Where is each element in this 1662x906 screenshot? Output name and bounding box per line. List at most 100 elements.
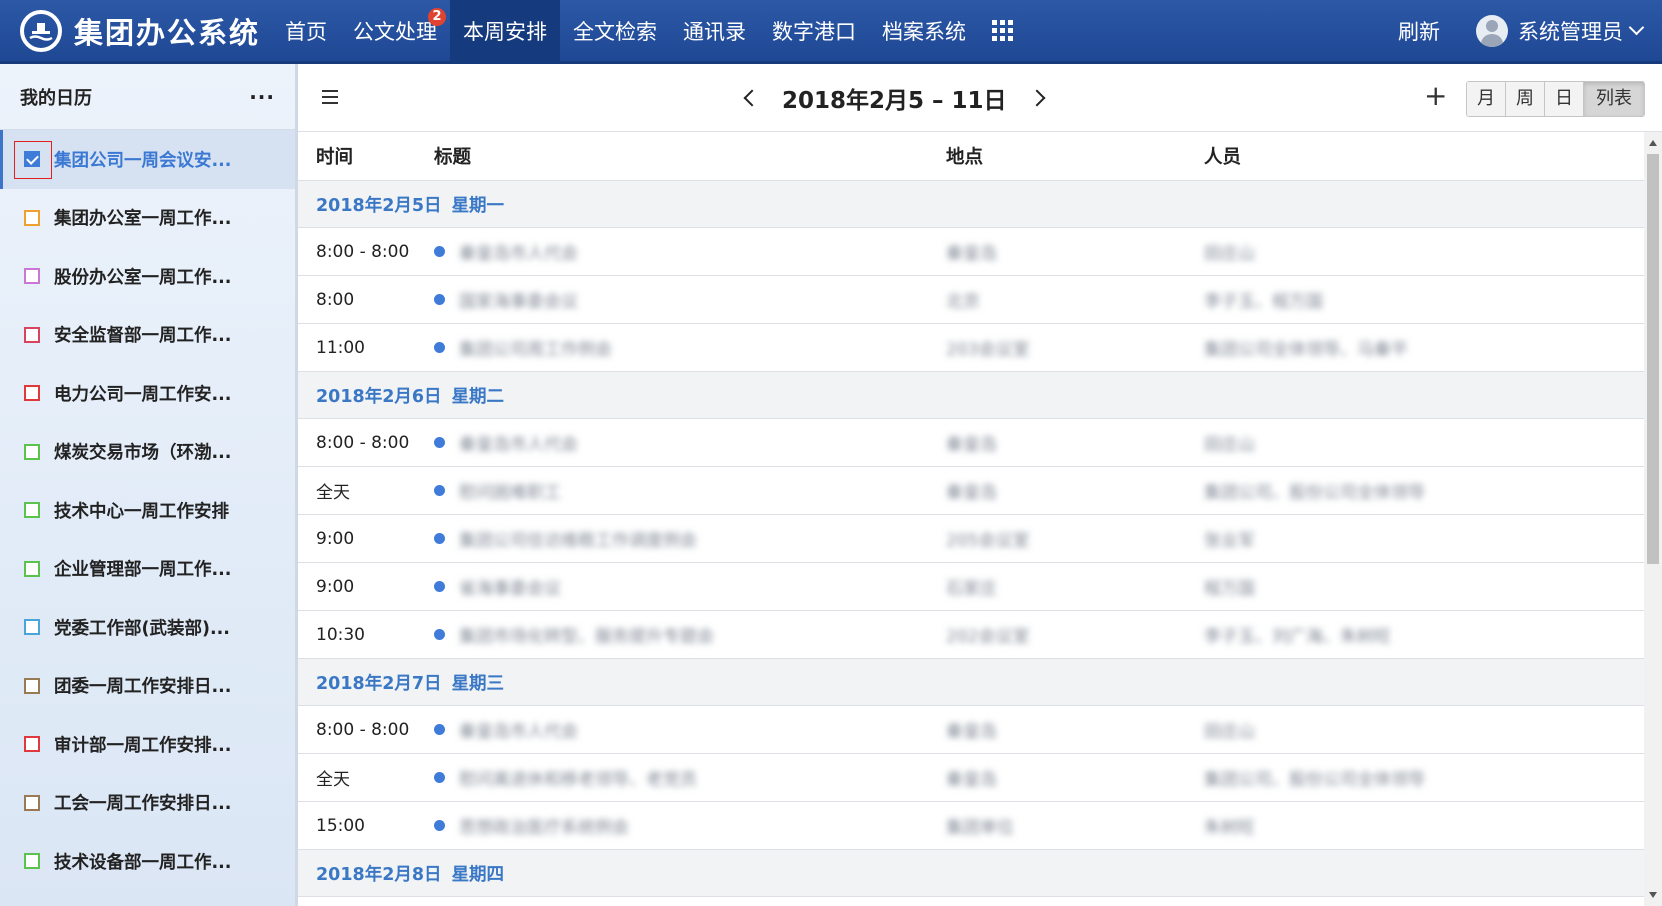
nav-item-weekly-schedule[interactable]: 本周安排: [450, 0, 561, 63]
prev-week-icon[interactable]: [743, 89, 761, 107]
schedule-body: 2018年2月5日 星期一 8:00 - 8:00 秦皇岛市人代会 秦皇岛 田庄山 8:00…: [298, 180, 1644, 897]
day-header-row: 2018年2月7日 星期三: [298, 658, 1644, 706]
calendar-item[interactable]: 集团公司一周会议安...: [0, 130, 295, 189]
day-weekday[interactable]: 星期一: [452, 196, 505, 216]
day-weekday[interactable]: 星期四: [452, 865, 505, 885]
more-options-icon[interactable]: ···: [249, 87, 275, 107]
day-weekday[interactable]: 星期二: [452, 387, 505, 407]
vertical-scrollbar[interactable]: [1644, 132, 1662, 906]
event-title-cell: 慰问离退休和移老领导、老党员: [434, 753, 946, 802]
event-dot-icon: [434, 772, 445, 783]
main-panel: 2018年2月5 – 11日 + 月 周 日 列表 时间 标题 地点 人员 20…: [298, 64, 1662, 906]
day-date[interactable]: 2018年2月7日: [316, 674, 442, 694]
event-time: 8:00 - 8:00: [298, 418, 434, 467]
apps-grid-button[interactable]: [979, 0, 1026, 63]
event-time: 全天: [298, 753, 434, 802]
nav-item-home[interactable]: 首页: [272, 0, 340, 63]
view-week-button[interactable]: 周: [1506, 82, 1545, 116]
event-row[interactable]: 8:00 - 8:00 秦皇岛市人代会 秦皇岛 田庄山: [298, 418, 1644, 467]
checkbox-icon[interactable]: [24, 794, 40, 811]
checkbox-icon[interactable]: [24, 326, 40, 343]
calendar-item[interactable]: 煤炭交易市场（环渤...: [0, 423, 295, 482]
day-date[interactable]: 2018年2月5日: [316, 196, 442, 216]
nav-item-fulltext-search[interactable]: 全文检索: [560, 0, 670, 63]
checkbox-icon[interactable]: [24, 385, 40, 402]
calendar-item[interactable]: 技术设备部一周工作...: [0, 832, 295, 891]
view-day-button[interactable]: 日: [1545, 82, 1584, 116]
event-title-cell: 集团市场化转型、服务提升专题会: [434, 610, 946, 659]
event-location: 秦皇岛: [946, 722, 997, 742]
event-title[interactable]: 秦皇岛市人代会: [459, 717, 578, 742]
checkbox-icon[interactable]: [24, 853, 40, 870]
day-date[interactable]: 2018年2月6日: [316, 387, 442, 407]
scroll-down-icon[interactable]: [1649, 892, 1657, 898]
event-row[interactable]: 15:00 思想政治医疗系统例会 集团单位 朱树旺: [298, 801, 1644, 850]
event-title[interactable]: 集团市场化转型、服务提升专题会: [459, 622, 714, 647]
event-title[interactable]: 集团公司周工作例会: [459, 335, 612, 360]
calendar-item[interactable]: 党委工作部(武装部)...: [0, 598, 295, 657]
checkbox-icon[interactable]: [24, 209, 40, 226]
column-header-time: 时间: [298, 132, 434, 181]
event-row[interactable]: 8:00 - 8:00 秦皇岛市人代会 秦皇岛 田庄山: [298, 705, 1644, 754]
checkbox-icon[interactable]: [24, 268, 40, 285]
event-title[interactable]: 秦皇岛市人代会: [459, 239, 578, 264]
event-row[interactable]: 9:00 集团公司信访维稳工作调度例会 205会议室 张业军: [298, 514, 1644, 563]
calendar-sidebar: 我的日历 ··· 集团公司一周会议安... 集团办公室一周工作... 股份办公室一周…: [0, 64, 298, 906]
nav-label: 本周安排: [463, 19, 548, 44]
day-weekday[interactable]: 星期三: [452, 674, 505, 694]
nav-item-archives[interactable]: 档案系统: [869, 0, 979, 63]
app-logo[interactable]: 集团办公系统: [20, 9, 260, 52]
checkbox-checked-icon[interactable]: [14, 141, 52, 180]
calendar-item[interactable]: 电力公司一周工作安...: [0, 364, 295, 423]
refresh-button[interactable]: 刷新: [1398, 16, 1440, 46]
event-title[interactable]: 国家海事委会议: [459, 287, 578, 312]
nav-item-digital-port[interactable]: 数字港口: [759, 0, 869, 63]
event-title[interactable]: 集团公司信访维稳工作调度例会: [459, 526, 697, 551]
column-header-title: 标题: [434, 132, 946, 181]
calendar-item[interactable]: 企业管理部一周工作...: [0, 540, 295, 599]
checkbox-icon[interactable]: [24, 677, 40, 694]
event-row[interactable]: 全天 慰问困难职工 秦皇岛 集团公司、股份公司全体领导: [298, 466, 1644, 515]
event-location-cell: 集团单位: [946, 801, 1204, 850]
checkbox-icon[interactable]: [24, 736, 40, 753]
nav-item-documents[interactable]: 公文处理 2: [340, 0, 450, 63]
view-month-button[interactable]: 月: [1467, 82, 1506, 116]
calendar-item[interactable]: 安全监督部一周工作...: [0, 306, 295, 365]
calendar-item[interactable]: 股份办公室一周工作...: [0, 247, 295, 306]
calendar-item[interactable]: 审计部一周工作安排...: [0, 715, 295, 774]
user-menu[interactable]: 系统管理员: [1476, 14, 1645, 47]
event-row[interactable]: 8:00 - 8:00 秦皇岛市人代会 秦皇岛 田庄山: [298, 227, 1644, 276]
calendar-item[interactable]: 技术中心一周工作安排: [0, 481, 295, 540]
sidebar-title: 我的日历: [20, 87, 92, 109]
event-title[interactable]: 思想政治医疗系统例会: [459, 813, 629, 838]
calendar-item[interactable]: 团委一周工作安排日...: [0, 657, 295, 716]
day-header-row: 2018年2月8日 星期四: [298, 849, 1644, 897]
event-location-cell: 秦皇岛: [946, 418, 1204, 467]
event-row[interactable]: 8:00 国家海事委会议 北京 李子玉、程万国: [298, 275, 1644, 324]
event-title[interactable]: 秦皇岛市人代会: [459, 430, 578, 455]
nav-item-contacts[interactable]: 通讯录: [670, 0, 759, 63]
checkbox-icon[interactable]: [24, 560, 40, 577]
scroll-up-icon[interactable]: [1649, 140, 1657, 146]
event-title[interactable]: 省海事委会议: [459, 574, 561, 599]
add-event-button[interactable]: +: [1424, 80, 1447, 112]
checkbox-icon[interactable]: [24, 502, 40, 519]
event-title[interactable]: 慰问困难职工: [459, 478, 561, 503]
day-date[interactable]: 2018年2月8日: [316, 865, 442, 885]
hamburger-menu-icon[interactable]: [322, 90, 338, 104]
event-row[interactable]: 10:30 集团市场化转型、服务提升专题会 202会议室 李子玉、刘广海、朱树旺: [298, 610, 1644, 659]
event-location: 集团单位: [946, 818, 1014, 838]
event-row[interactable]: 全天 慰问离退休和移老领导、老党员 秦皇岛 集团公司、股份公司全体领导: [298, 753, 1644, 802]
checkbox-icon[interactable]: [24, 443, 40, 460]
event-row[interactable]: 11:00 集团公司周工作例会 203会议室 集团公司全体领导、马秦平: [298, 323, 1644, 372]
event-row[interactable]: 9:00 省海事委会议 石家庄 程万国: [298, 562, 1644, 611]
event-title[interactable]: 慰问离退休和移老领导、老党员: [459, 765, 697, 790]
checkbox-icon[interactable]: [24, 619, 40, 636]
unread-badge: 2: [428, 7, 447, 26]
day-header: 2018年2月8日 星期四: [298, 849, 1644, 897]
view-list-button[interactable]: 列表: [1584, 82, 1644, 116]
next-week-icon[interactable]: [1028, 89, 1046, 107]
scrollbar-thumb[interactable]: [1647, 154, 1659, 564]
calendar-item[interactable]: 工会一周工作安排日...: [0, 774, 295, 833]
calendar-item[interactable]: 集团办公室一周工作...: [0, 189, 295, 248]
